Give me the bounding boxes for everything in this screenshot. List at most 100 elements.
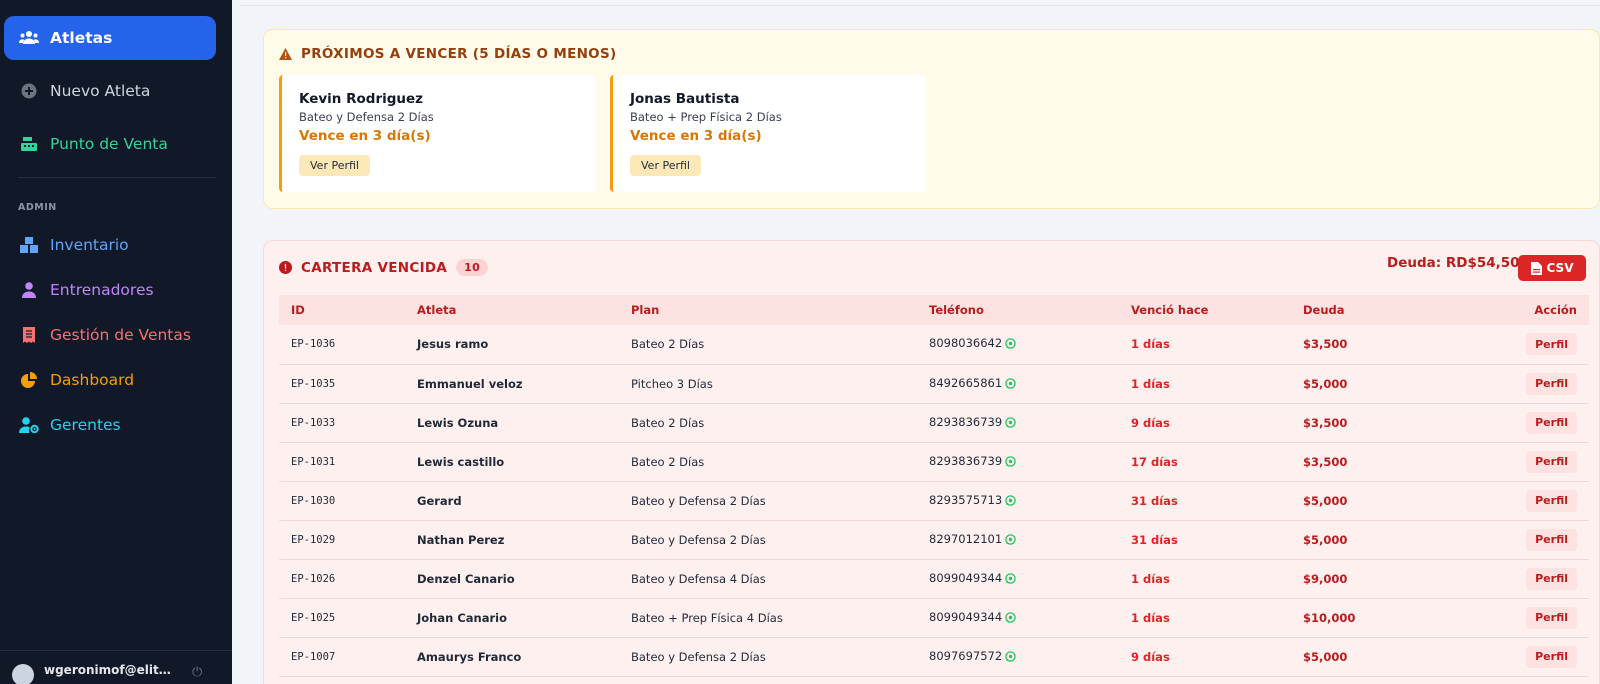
profile-button[interactable]: Perfil [1526, 606, 1577, 629]
athlete-name: Nathan Perez [405, 520, 619, 560]
phone-number: 8293575713 [929, 492, 1003, 507]
view-profile-button[interactable]: Ver Perfil [630, 155, 701, 176]
due-text: Vence en 3 día(s) [299, 128, 431, 144]
athlete-id: EP-1036 [279, 325, 405, 365]
col-plan: Plan [619, 295, 917, 325]
debt-total: Deuda: RD$54,500 [1387, 255, 1529, 271]
sidebar-item-label: Inventario [50, 236, 129, 254]
whatsapp-icon[interactable] [1005, 377, 1016, 392]
user-gear-icon [18, 414, 40, 436]
overdue-days: 9 días [1119, 637, 1291, 677]
whatsapp-icon[interactable] [1005, 650, 1016, 665]
overdue-days: 31 días [1119, 481, 1291, 521]
table-row: EP-1035 Emmanuel veloz Pitcheo 3 Días 84926… [279, 364, 1589, 404]
sidebar-item-entrenadores[interactable]: Entrenadores [4, 268, 216, 312]
athlete-plan: Bateo + Prep Física 2 Días [630, 110, 782, 124]
expiring-title: PRÓXIMOS A VENCER (5 DÍAS O MENOS) [279, 46, 616, 62]
athlete-id: EP-1033 [279, 403, 405, 443]
sidebar-item-label: Gerentes [50, 416, 121, 434]
profile-button[interactable]: Perfil [1526, 450, 1577, 473]
csv-label: CSV [1546, 261, 1574, 275]
athlete-id: EP-1029 [279, 520, 405, 560]
overdue-days: 17 días [1119, 442, 1291, 482]
action-cell: Perfil [1441, 637, 1589, 677]
athlete-name: Kevin Rodriguez [299, 91, 424, 107]
overdue-panel: CARTERA VENCIDA 10 Deuda: RD$54,500 CSV … [263, 240, 1600, 684]
sidebar-item-dashboard[interactable]: Dashboard [4, 358, 216, 402]
whatsapp-icon[interactable] [1005, 572, 1016, 587]
whatsapp-icon[interactable] [1005, 338, 1016, 352]
profile-button[interactable]: Perfil [1526, 567, 1577, 590]
whatsapp-icon[interactable] [1005, 455, 1016, 470]
athlete-name: Denzel Canario [405, 559, 619, 599]
sidebar-item-label: Atletas [50, 29, 113, 47]
user-email: wgeronimof@elitepro... [44, 662, 174, 677]
profile-button[interactable]: Perfil [1526, 645, 1577, 668]
whatsapp-icon[interactable] [1005, 494, 1016, 509]
profile-button[interactable]: Perfil [1526, 489, 1577, 512]
sidebar-item-atletas[interactable]: Atletas [4, 16, 216, 60]
athlete-phone: 8099049344 [917, 598, 1119, 638]
athlete-id: EP-1030 [279, 481, 405, 521]
debt-amount: $5,000 [1291, 364, 1441, 404]
table-header: ID Atleta Plan Teléfono Venció hace Deud… [279, 295, 1589, 325]
whatsapp-icon[interactable] [1005, 416, 1016, 431]
avatar[interactable] [12, 663, 34, 684]
phone-number: 8293836739 [929, 414, 1003, 429]
table-row: EP-1030 Gerard Bateo y Defensa 2 Días 82935… [279, 481, 1589, 521]
table-row: EP-1007 Amaurys Franco Bateo y Defensa 2 D… [279, 637, 1589, 677]
phone-number: 8492665861 [929, 375, 1003, 390]
sidebar-item-inventario[interactable]: Inventario [4, 223, 216, 267]
athlete-plan: Pitcheo 3 Días [619, 364, 917, 404]
debt-amount: $3,500 [1291, 442, 1441, 482]
athlete-name: Johan Canario [405, 598, 619, 638]
athlete-phone: 8293836739 [917, 403, 1119, 443]
whatsapp-icon[interactable] [1005, 533, 1016, 548]
debt-amount: $5,000 [1291, 520, 1441, 560]
plus-circle-icon [18, 80, 40, 102]
athlete-name: Gerard [405, 481, 619, 521]
sidebar: Atletas Nuevo Atleta Punto de Venta ADMI… [0, 0, 232, 684]
col-athlete: Atleta [405, 295, 619, 325]
athlete-name: Jonas Bautista [630, 91, 740, 107]
athlete-id: EP-1025 [279, 598, 405, 638]
phone-number: 8098036642 [929, 336, 1003, 351]
athlete-name: Jesus ramo [405, 325, 619, 365]
sidebar-item-gestion-de-ventas[interactable]: Gestión de Ventas [4, 313, 216, 357]
table-row: EP-1036 Jesus ramo Bateo 2 Días 8098036642 1… [279, 325, 1589, 365]
action-cell: Perfil [1441, 481, 1589, 521]
sidebar-item-nuevo-atleta[interactable]: Nuevo Atleta [4, 69, 216, 113]
profile-button[interactable]: Perfil [1526, 411, 1577, 434]
athlete-plan: Bateo 2 Días [619, 442, 917, 482]
sidebar-item-label: Dashboard [50, 371, 135, 389]
athlete-plan: Bateo y Defensa 2 Días [299, 110, 434, 124]
athlete-phone: 8293575713 [917, 481, 1119, 521]
expiring-panel: PRÓXIMOS A VENCER (5 DÍAS O MENOS) Kevin… [263, 29, 1600, 209]
phone-number: 8097697572 [929, 648, 1003, 663]
sidebar-item-punto-de-venta[interactable]: Punto de Venta [4, 122, 216, 166]
profile-button[interactable]: Perfil [1526, 372, 1577, 395]
receipt-icon [18, 324, 40, 346]
overdue-days: 31 días [1119, 520, 1291, 560]
action-cell: Perfil [1441, 598, 1589, 638]
col-debt: Deuda [1291, 295, 1441, 325]
view-profile-button[interactable]: Ver Perfil [299, 155, 370, 176]
overdue-title-text: CARTERA VENCIDA [301, 259, 448, 276]
users-icon [18, 27, 40, 49]
debt-amount: $10,000 [1291, 598, 1441, 638]
csv-export-button[interactable]: CSV [1518, 255, 1586, 281]
overdue-days: 1 días [1119, 364, 1291, 404]
athlete-name: Amaurys Franco [405, 637, 619, 677]
warning-icon [279, 48, 292, 60]
alert-circle-icon [279, 261, 292, 274]
debt-amount: $3,500 [1291, 403, 1441, 443]
col-id: ID [279, 295, 405, 325]
profile-button[interactable]: Perfil [1526, 528, 1577, 551]
count-badge: 10 [456, 259, 489, 276]
power-icon[interactable]: ⏻ [192, 665, 202, 680]
sidebar-item-gerentes[interactable]: Gerentes [4, 403, 216, 447]
profile-button[interactable]: Perfil [1526, 333, 1577, 356]
athlete-id: EP-1031 [279, 442, 405, 482]
cash-register-icon [18, 133, 40, 155]
whatsapp-icon[interactable] [1005, 611, 1016, 626]
